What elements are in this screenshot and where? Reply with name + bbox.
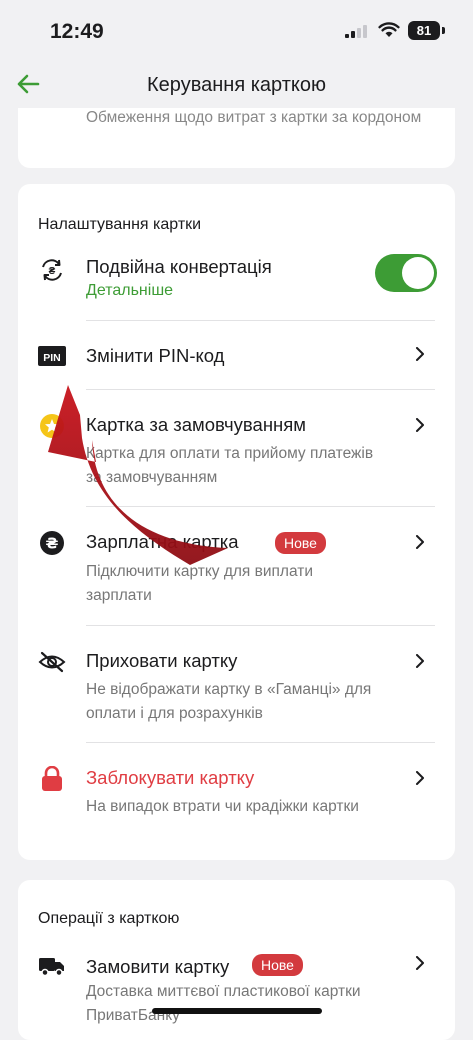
header: Керування карткою xyxy=(0,62,473,108)
hide-card-row[interactable]: Приховати картку Не відображати картку в… xyxy=(18,626,455,742)
star-icon xyxy=(38,412,66,440)
hryvnia-icon: ₴ xyxy=(38,529,66,557)
card-operations-section: Операції з карткою Замовити картку Нове … xyxy=(18,880,455,1040)
chevron-right-icon xyxy=(416,654,424,668)
default-card-subtitle: Картка для оплати та прийому платежів за… xyxy=(86,445,374,486)
eye-off-icon xyxy=(38,648,66,676)
chevron-right-icon xyxy=(416,535,424,549)
svg-text:₴: ₴ xyxy=(46,535,59,553)
battery-level: 81 xyxy=(408,21,440,40)
block-card-subtitle: На випадок втрати чи крадіжки картки xyxy=(86,798,359,815)
chevron-right-icon xyxy=(416,771,424,785)
page-title: Керування карткою xyxy=(147,74,326,96)
spending-limits-card[interactable]: Обмеження щодо витрат з картки за кордон… xyxy=(18,108,455,168)
svg-text:PIN: PIN xyxy=(43,352,61,364)
hide-card-title: Приховати картку xyxy=(86,650,238,671)
chevron-right-icon xyxy=(416,347,424,361)
new-badge: Нове xyxy=(275,532,326,554)
block-card-title: Заблокувати картку xyxy=(86,767,255,788)
new-badge: Нове xyxy=(252,954,303,976)
hide-card-subtitle: Не відображати картку в «Гаманці» для оп… xyxy=(86,681,372,722)
card-settings-section: Налаштування картки ₴ Подвійна конвертац… xyxy=(18,184,455,860)
change-pin-row[interactable]: PIN Змінити PIN-код xyxy=(18,321,455,389)
svg-text:₴: ₴ xyxy=(49,266,56,277)
default-card-title: Картка за замовчуванням xyxy=(86,414,307,435)
salary-card-row[interactable]: ₴ Зарплатна картка Нове Підключити картк… xyxy=(18,507,455,625)
double-conversion-toggle[interactable] xyxy=(375,254,437,292)
cellular-signal-icon xyxy=(345,25,367,38)
battery-cap xyxy=(442,27,445,34)
order-card-title: Замовити картку xyxy=(86,956,230,977)
salary-card-subtitle: Підключити картку для виплати зарплати xyxy=(86,563,313,604)
lock-icon xyxy=(38,765,66,793)
default-card-row[interactable]: Картка за замовчуванням Картка для оплат… xyxy=(18,390,455,506)
change-pin-title: Змінити PIN-код xyxy=(86,345,225,366)
status-bar: 12:49 81 xyxy=(0,0,473,62)
details-link[interactable]: Детальніше xyxy=(86,282,173,300)
block-card-row[interactable]: Заблокувати картку На випадок втрати чи … xyxy=(18,743,455,859)
toggle-knob xyxy=(402,257,434,289)
currency-exchange-icon: ₴ xyxy=(38,256,66,284)
wifi-icon xyxy=(378,22,400,37)
chevron-right-icon xyxy=(416,418,424,432)
order-card-subtitle: Доставка миттєвої пластикової картки При… xyxy=(86,983,361,1024)
section-title: Налаштування картки xyxy=(38,216,202,233)
chevron-right-icon xyxy=(416,956,424,970)
salary-card-title: Зарплатна картка xyxy=(86,531,239,552)
section-title: Операції з карткою xyxy=(38,910,180,927)
spending-limits-text: Обмеження щодо витрат з картки за кордон… xyxy=(86,109,422,126)
delivery-truck-icon xyxy=(38,952,66,980)
home-indicator xyxy=(152,1008,322,1014)
pin-icon: PIN xyxy=(38,342,66,370)
status-time: 12:49 xyxy=(50,20,104,43)
order-card-row[interactable]: Замовити картку Нове Доставка миттєвої п… xyxy=(18,938,455,1040)
double-conversion-title: Подвійна конвертація xyxy=(86,256,272,277)
